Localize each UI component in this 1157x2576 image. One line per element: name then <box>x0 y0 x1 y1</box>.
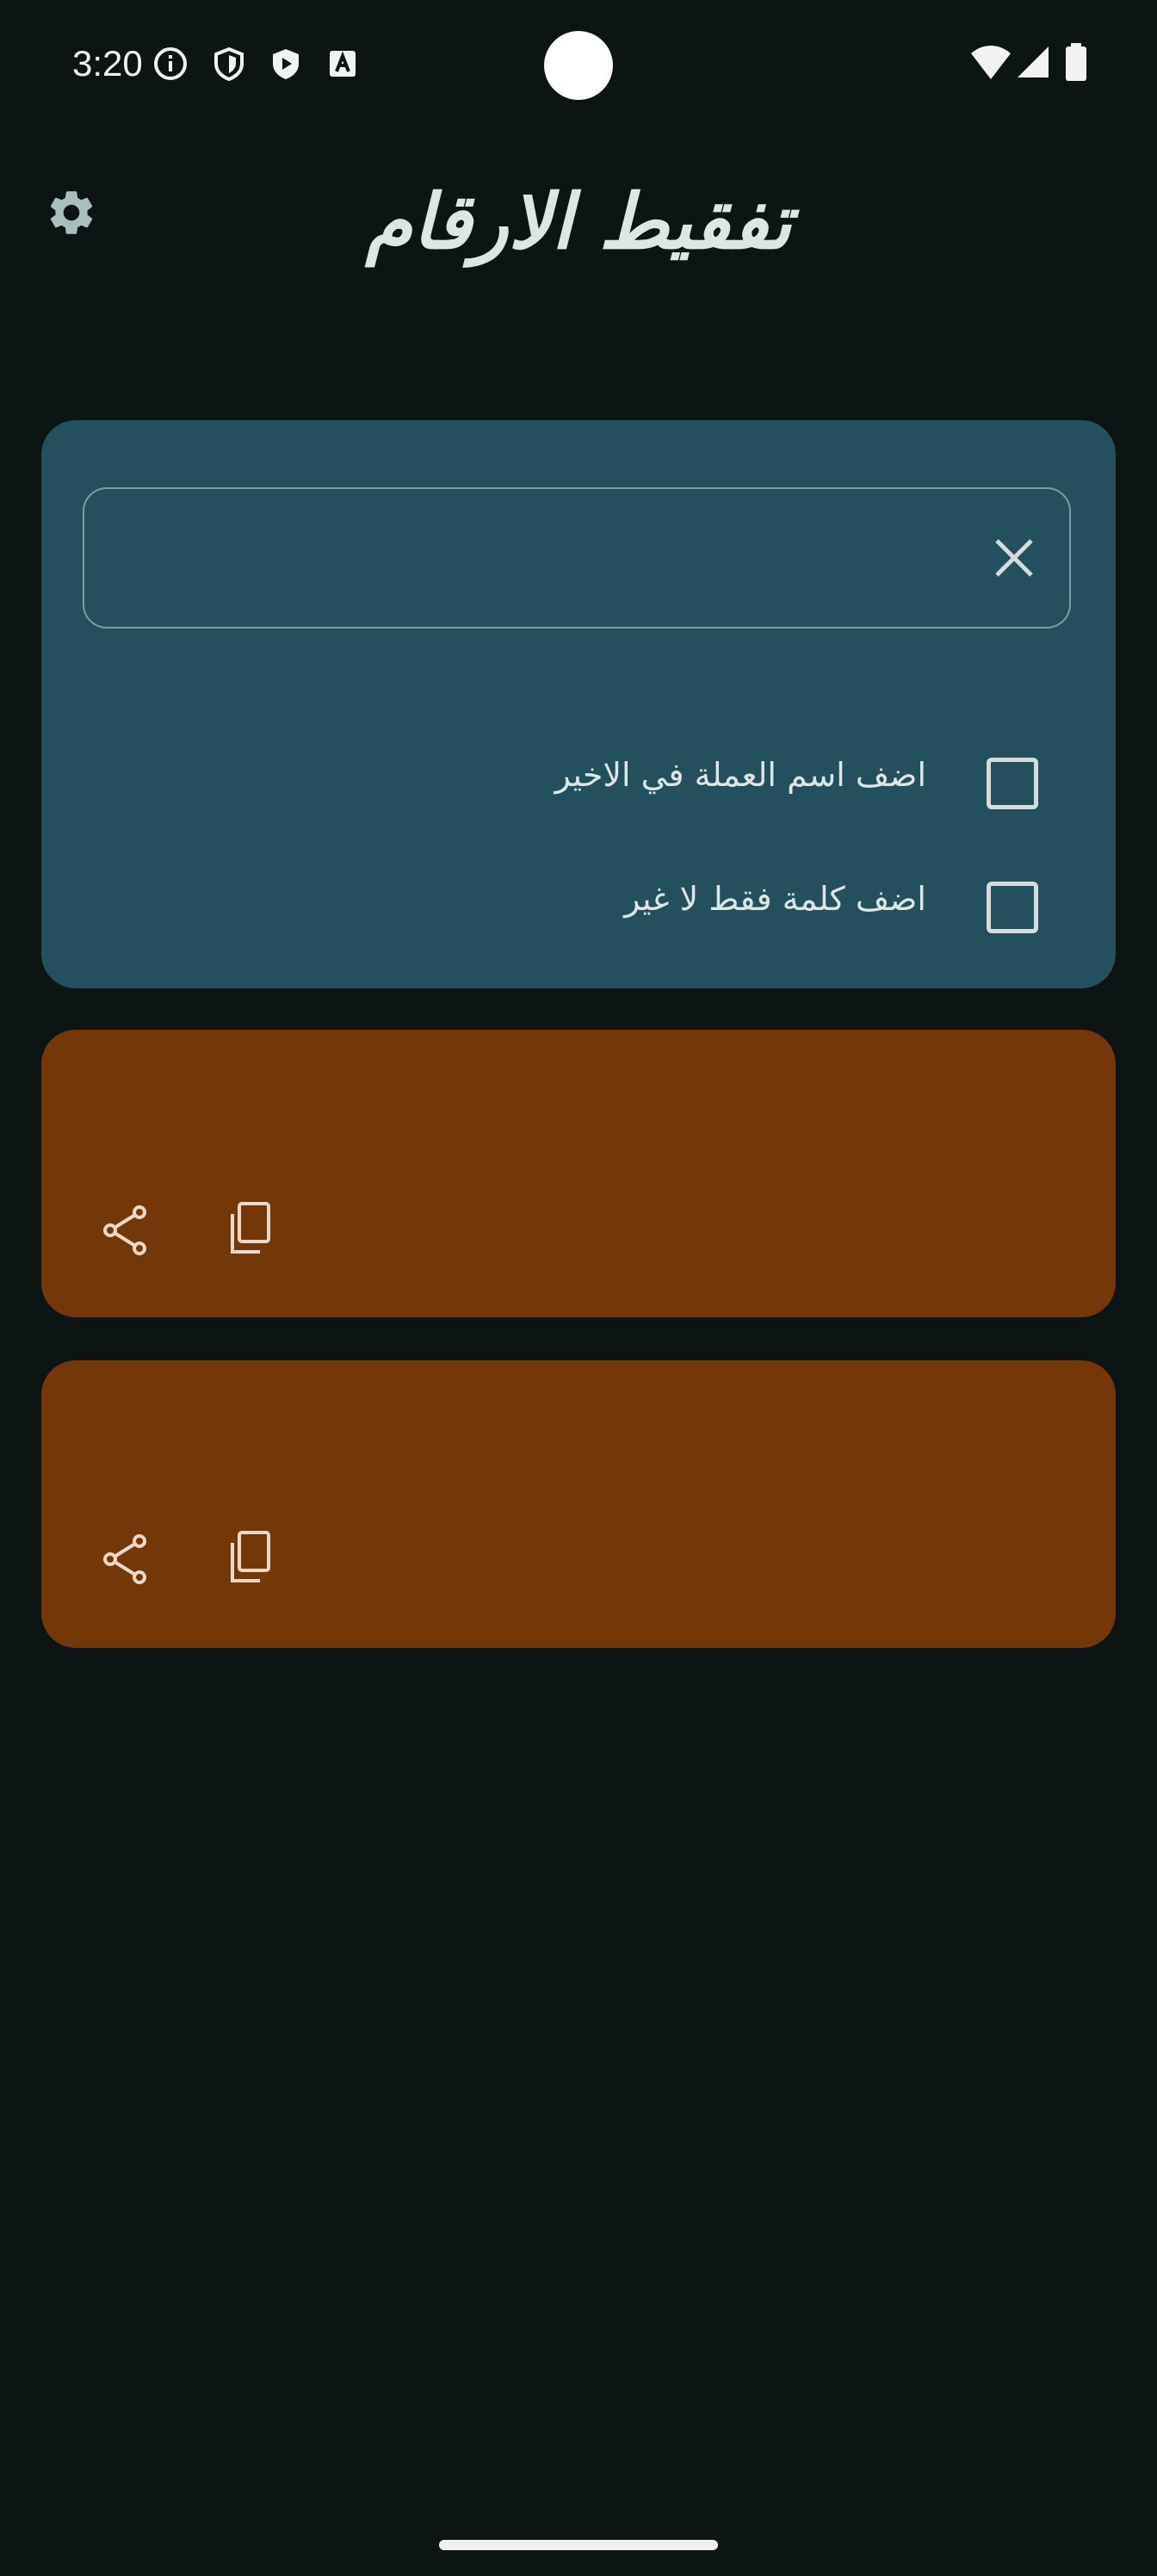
status-time: 3:20 <box>72 43 143 84</box>
only-checkbox[interactable] <box>987 882 1038 933</box>
front-camera <box>544 31 613 100</box>
copy-icon[interactable] <box>220 1198 281 1259</box>
play-protect-icon <box>273 49 299 79</box>
battery-icon <box>1066 43 1086 81</box>
currency-checkbox[interactable] <box>987 758 1038 809</box>
share-icon[interactable] <box>96 1200 157 1260</box>
option-currency-label: اضف اسم العملة في الاخير <box>554 756 926 794</box>
option-only-row[interactable]: اضف كلمة فقط لا غير <box>41 864 1116 951</box>
status-bar: 3:20 <box>0 0 1157 129</box>
number-input[interactable] <box>102 489 966 629</box>
gesture-nav-handle[interactable] <box>439 2540 718 2550</box>
copy-icon[interactable] <box>220 1527 281 1588</box>
number-field[interactable] <box>83 487 1071 629</box>
info-icon <box>154 47 187 80</box>
share-icon[interactable] <box>96 1529 157 1589</box>
wifi-icon <box>971 46 1011 79</box>
cell-signal-icon <box>1018 46 1049 77</box>
result-card-words <box>41 1030 1116 1317</box>
input-card: اضف اسم العملة في الاخير اضف كلمة فقط لا… <box>41 420 1116 988</box>
option-currency-row[interactable]: اضف اسم العملة في الاخير <box>41 740 1116 827</box>
page-title: تفقيط الارقام <box>365 176 792 266</box>
close-icon[interactable] <box>990 534 1038 582</box>
font-a-icon <box>330 51 356 77</box>
result-card-alt <box>41 1360 1116 1648</box>
option-only-label: اضف كلمة فقط لا غير <box>624 880 926 918</box>
shield-icon <box>214 46 244 81</box>
